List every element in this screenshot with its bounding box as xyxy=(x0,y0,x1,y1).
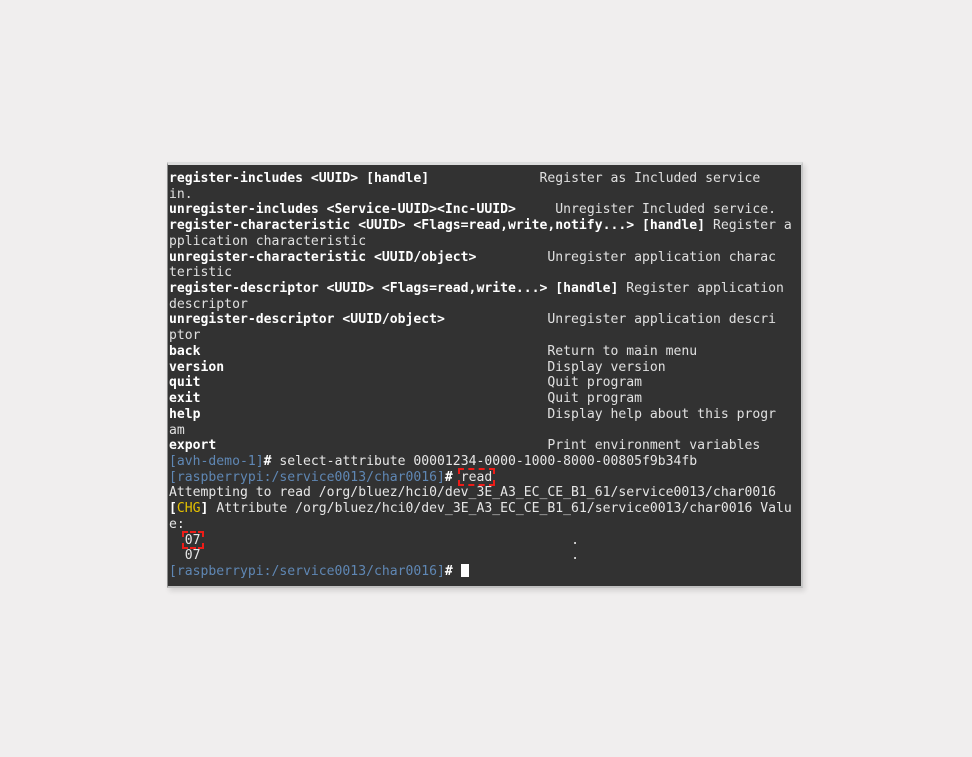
terminal-line: am xyxy=(169,423,801,439)
terminal-line: in. xyxy=(169,187,801,203)
terminal-text: register-descriptor <UUID> <Flags=read,w… xyxy=(169,281,619,297)
highlighted-text: 07 xyxy=(181,530,204,549)
terminal-text: # xyxy=(444,563,453,579)
terminal-text: help xyxy=(169,406,201,422)
terminal-text: unregister-descriptor <UUID/object> xyxy=(169,312,445,328)
terminal-text: Register as Included service xyxy=(539,171,761,186)
terminal-line: ptor xyxy=(169,328,801,344)
terminal-text: CHG xyxy=(176,501,201,517)
terminal-line: [CHG] Attribute /org/bluez/hci0/dev_3E_A… xyxy=(169,501,801,517)
terminal-line: export Print environment variables xyxy=(169,438,801,454)
terminal-text: unregister-characteristic <UUID/object> xyxy=(169,249,477,265)
terminal-cursor xyxy=(460,563,469,577)
terminal-line: e: xyxy=(169,517,801,533)
terminal-text: Register application xyxy=(626,281,784,297)
terminal-text: Print environment variables xyxy=(547,438,761,454)
terminal-text: am xyxy=(169,422,185,438)
terminal-text: descriptor xyxy=(169,296,248,312)
terminal-text: Display help about this progr xyxy=(547,406,777,422)
terminal-text: exit xyxy=(169,391,201,407)
terminal-line: version Display version xyxy=(169,360,801,376)
terminal-line: Attempting to read /org/bluez/hci0/dev_3… xyxy=(169,485,801,501)
terminal-line: unregister-includes <Service-UUID><Inc-U… xyxy=(169,202,801,218)
terminal-text: quit xyxy=(169,375,201,391)
terminal-line: teristic xyxy=(169,265,801,281)
terminal-text: register-includes <UUID> [handle] xyxy=(169,171,430,186)
terminal-text: 07 xyxy=(169,548,201,564)
terminal-line: [avh-demo-1]# select-attribute 00001234-… xyxy=(169,454,801,470)
terminal-line: register-includes <UUID> [handle] Regist… xyxy=(169,171,801,187)
terminal-line: register-characteristic <UUID> <Flags=re… xyxy=(169,218,801,234)
terminal-text: . xyxy=(571,548,579,564)
terminal-text: Register a xyxy=(712,218,792,234)
terminal-line: unregister-descriptor <UUID/object> Unre… xyxy=(169,312,801,328)
terminal-line: [raspberrypi:/service0013/char0016]# xyxy=(169,563,801,580)
terminal-text: Attribute /org/bluez/hci0/dev_3E_A3_EC_C… xyxy=(208,501,792,517)
terminal-text: version xyxy=(169,359,225,375)
terminal-text: ptor xyxy=(169,328,201,344)
terminal-text: pplication characteristic xyxy=(169,233,367,249)
terminal-text: e: xyxy=(169,516,185,532)
terminal-line: exit Quit program xyxy=(169,391,801,407)
terminal-line: 07 . xyxy=(169,530,801,549)
terminal-line: help Display help about this progr xyxy=(169,407,801,423)
terminal-line: 07 . xyxy=(169,548,801,564)
terminal-window[interactable]: register-includes <UUID> [handle] Regist… xyxy=(167,162,803,588)
terminal-text: # xyxy=(263,453,272,469)
highlighted-text: read xyxy=(457,467,495,487)
terminal-text: Return to main menu xyxy=(547,343,698,359)
terminal-output-area[interactable]: register-includes <UUID> [handle] Regist… xyxy=(168,168,801,586)
terminal-text: unregister-includes <Service-UUID><Inc-U… xyxy=(169,202,516,218)
terminal-line: pplication characteristic xyxy=(169,234,801,250)
terminal-text: Quit program xyxy=(547,391,643,407)
terminal-line: unregister-characteristic <UUID/object> … xyxy=(169,250,801,266)
terminal-text: [raspberrypi:/service0013/char0016] xyxy=(169,563,445,579)
terminal-text: . xyxy=(571,532,579,548)
terminal-line: back Return to main menu xyxy=(169,344,801,360)
terminal-text: Unregister Included service. xyxy=(555,202,777,218)
terminal-text: [ xyxy=(169,501,177,517)
terminal-line: descriptor xyxy=(169,297,801,313)
terminal-text: in. xyxy=(169,186,193,202)
terminal-text: register-characteristic <UUID> <Flags=re… xyxy=(169,218,706,234)
terminal-text: Unregister application descri xyxy=(547,312,777,328)
terminal-text: select-attribute 00001234-0000-1000-8000… xyxy=(271,453,698,469)
terminal-text: export xyxy=(169,438,217,454)
terminal-text: Quit program xyxy=(547,375,643,391)
terminal-text: [raspberrypi:/service0013/char0016] xyxy=(169,469,445,485)
terminal-text: # xyxy=(444,469,453,485)
terminal-text: Unregister application charac xyxy=(547,249,777,265)
terminal-line: register-descriptor <UUID> <Flags=read,w… xyxy=(169,281,801,297)
terminal-text: [avh-demo-1] xyxy=(169,453,264,469)
terminal-text: teristic xyxy=(169,265,233,281)
terminal-text: back xyxy=(169,343,201,359)
terminal-line: quit Quit program xyxy=(169,375,801,391)
terminal-line: [raspberrypi:/service0013/char0016]# rea… xyxy=(169,467,801,487)
terminal-text: Attempting to read /org/bluez/hci0/dev_3… xyxy=(169,485,776,501)
terminal-text: Display version xyxy=(547,359,666,375)
